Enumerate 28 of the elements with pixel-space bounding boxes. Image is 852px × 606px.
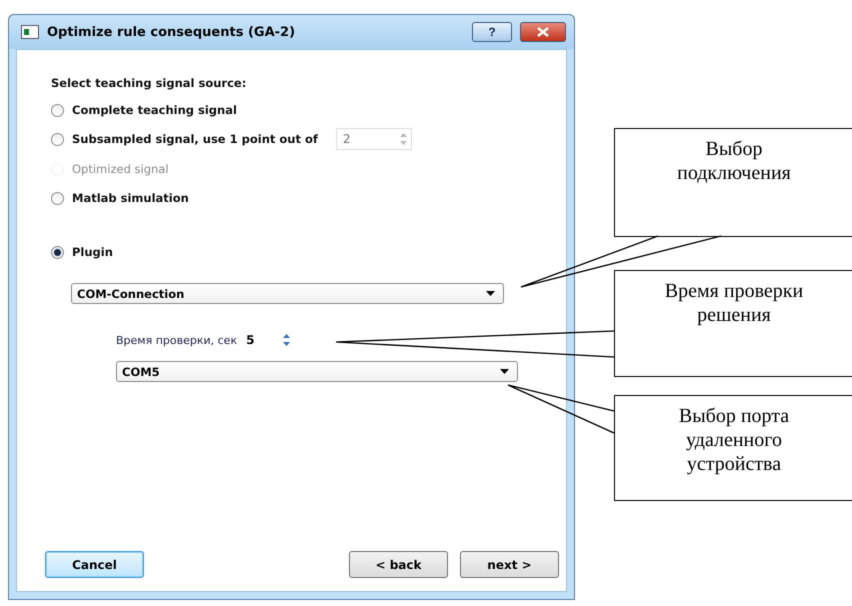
radio-button[interactable] — [51, 132, 64, 146]
number-field[interactable]: 2 — [336, 128, 412, 150]
option-label: Matlab simulation — [72, 191, 189, 205]
connection-dropdown[interactable]: COM-Connection — [71, 283, 504, 304]
option-label: Complete teaching signal — [72, 103, 237, 117]
port-dropdown[interactable]: COM5 — [116, 361, 518, 382]
radio-button[interactable] — [51, 246, 64, 258]
help-button[interactable]: ? — [472, 22, 512, 42]
close-button[interactable] — [520, 22, 566, 42]
radio-button[interactable] — [51, 192, 64, 204]
section-label: Select teaching signal source: — [51, 76, 248, 90]
close-icon — [537, 27, 549, 37]
callout-text: Выбор подключения — [676, 137, 792, 186]
spinner-arrows-icon[interactable] — [283, 333, 290, 347]
radio-button[interactable] — [51, 104, 64, 116]
callout-text: Время проверки решения — [664, 279, 804, 328]
app-icon — [21, 25, 39, 39]
option-label: Plugin — [72, 245, 113, 259]
dropdown-arrow-icon — [500, 369, 509, 374]
callout-text: Выбор порта удаленного устройства — [678, 404, 790, 477]
cancel-button[interactable]: Cancel — [45, 551, 144, 578]
back-button[interactable]: < back — [349, 551, 448, 578]
option-label: Optimized signal — [72, 162, 169, 176]
field-label: Время проверки, сек — [116, 334, 238, 346]
window-title: Optimize rule consequents (GA-2) — [47, 24, 296, 40]
dropdown-arrow-icon — [486, 291, 495, 296]
option-label: Subsampled signal, use 1 point out of — [72, 132, 318, 146]
next-button[interactable]: next > — [460, 551, 559, 578]
